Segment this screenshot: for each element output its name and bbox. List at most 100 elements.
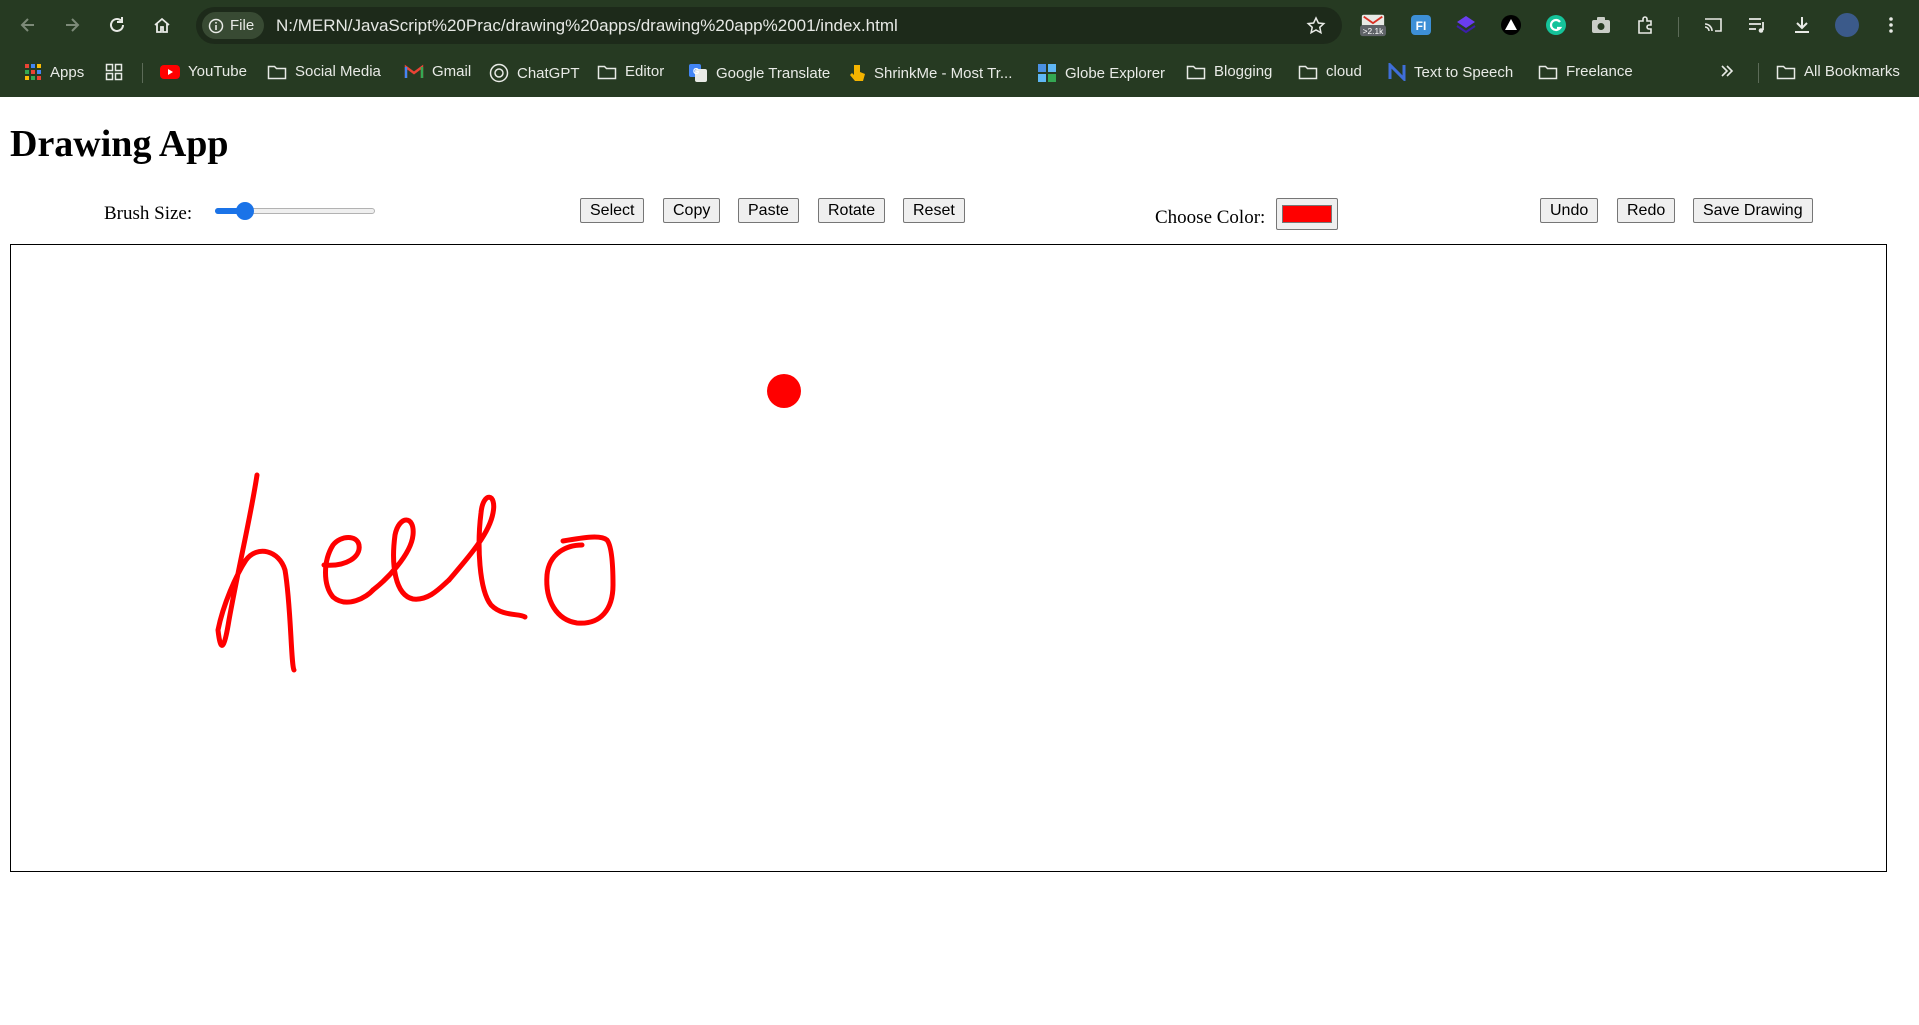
choose-color-label: Choose Color: xyxy=(1155,207,1266,228)
bookmark-label: ShrinkMe - Most Tr... xyxy=(874,64,1013,82)
translate-icon: G xyxy=(689,64,707,82)
address-bar[interactable]: File N:/MERN/JavaScript%20Prac/drawing%2… xyxy=(196,7,1342,44)
color-picker[interactable] xyxy=(1276,198,1338,230)
bookmarks-divider xyxy=(142,63,143,83)
site-info-chip[interactable]: File xyxy=(202,12,265,39)
bookmark-gmail[interactable]: Gmail xyxy=(404,63,471,80)
browser-toolbar: File N:/MERN/JavaScript%20Prac/drawing%2… xyxy=(0,0,1919,51)
fi-extension[interactable]: FI xyxy=(1408,12,1434,38)
svg-text:G: G xyxy=(693,67,699,76)
globe-explorer-icon xyxy=(1038,64,1056,82)
folder-icon xyxy=(1298,65,1318,79)
copy-button[interactable]: Copy xyxy=(663,198,721,223)
reset-button[interactable]: Reset xyxy=(903,198,965,223)
bookmark-editor[interactable]: Editor xyxy=(597,63,664,80)
fi-extension-icon: FI xyxy=(1411,15,1431,35)
cast-icon xyxy=(1704,18,1722,32)
bookmark-freelance[interactable]: Freelance xyxy=(1538,63,1633,80)
triangle-icon xyxy=(1501,15,1521,35)
bookmark-label: Text to Speech xyxy=(1414,63,1514,81)
folder-icon xyxy=(1776,65,1796,79)
redo-button[interactable]: Redo xyxy=(1617,198,1676,223)
bookmarks-overflow-button[interactable] xyxy=(1719,63,1735,79)
reload-button[interactable] xyxy=(103,11,131,39)
mail-badge-icon: >2.1k xyxy=(1360,14,1386,37)
slider-thumb[interactable] xyxy=(236,202,254,220)
profile-button[interactable] xyxy=(1834,12,1860,38)
bookmark-blogging[interactable]: Blogging xyxy=(1186,63,1272,80)
bookmark-label: ChatGPT xyxy=(517,64,580,82)
download-icon xyxy=(1795,17,1809,33)
save-drawing-button[interactable]: Save Drawing xyxy=(1693,198,1813,223)
extensions-button[interactable] xyxy=(1633,12,1659,38)
apps-grid-icon xyxy=(25,64,41,80)
bookmark-text-to-speech[interactable]: Text to Speech xyxy=(1388,63,1513,81)
folder-icon xyxy=(597,65,617,79)
bookmark-globe-explorer[interactable]: Globe Explorer xyxy=(1037,63,1165,83)
kebab-menu-icon xyxy=(1889,17,1893,33)
bookmark-label: Editor xyxy=(625,63,665,80)
folder-icon xyxy=(1186,65,1206,79)
home-icon xyxy=(154,17,170,33)
layers-icon xyxy=(1456,16,1476,34)
home-button[interactable] xyxy=(148,11,176,39)
tab-groups-icon xyxy=(105,63,123,81)
bookmark-social-media[interactable]: Social Media xyxy=(267,63,381,80)
bookmark-label: cloud xyxy=(1326,63,1362,80)
media-controls-button[interactable] xyxy=(1744,12,1770,38)
downloads-button[interactable] xyxy=(1789,12,1815,38)
arrow-left-icon xyxy=(20,18,34,32)
triangle-extension[interactable] xyxy=(1498,12,1524,38)
bookmark-label: All Bookmarks xyxy=(1804,63,1900,80)
rotate-button[interactable]: Rotate xyxy=(818,198,886,223)
puzzle-icon xyxy=(1638,16,1652,34)
bookmark-label: YouTube xyxy=(188,63,247,80)
bookmark-star-icon[interactable] xyxy=(1306,16,1326,36)
url-text[interactable]: N:/MERN/JavaScript%20Prac/drawing%20apps… xyxy=(276,16,898,36)
toolbar-divider xyxy=(1678,17,1679,37)
screenshot-extension[interactable] xyxy=(1588,12,1614,38)
grammarly-extension[interactable] xyxy=(1543,12,1569,38)
bookmark-all-bookmarks[interactable]: All Bookmarks xyxy=(1776,63,1900,80)
drawing-canvas[interactable] xyxy=(10,244,1887,872)
back-button[interactable] xyxy=(14,11,42,39)
bookmark-youtube[interactable]: YouTube xyxy=(160,63,247,80)
layers-extension[interactable] xyxy=(1453,12,1479,38)
forward-button[interactable] xyxy=(58,11,86,39)
bookmark-tab-groups[interactable] xyxy=(105,63,123,81)
n-logo-icon xyxy=(1388,63,1406,81)
folder-icon xyxy=(1538,65,1558,79)
bookmark-apps[interactable]: Apps xyxy=(24,63,84,81)
brush-size-label: Brush Size: xyxy=(104,203,193,224)
paste-button[interactable]: Paste xyxy=(738,198,799,223)
undo-button[interactable]: Undo xyxy=(1540,198,1599,223)
brush-size-slider[interactable] xyxy=(215,202,375,220)
bookmark-label: Google Translate xyxy=(716,64,831,82)
bookmark-label: Apps xyxy=(50,63,85,81)
menu-button[interactable] xyxy=(1878,12,1904,38)
gmail-extension[interactable]: >2.1k xyxy=(1360,12,1386,38)
reload-icon xyxy=(110,17,124,32)
chatgpt-icon xyxy=(489,63,509,83)
youtube-icon xyxy=(160,64,180,79)
file-chip-label: File xyxy=(230,17,255,34)
bookmark-cloud[interactable]: cloud xyxy=(1298,63,1362,80)
avatar xyxy=(1835,13,1859,37)
camera-icon xyxy=(1592,17,1610,33)
browser-chrome: File N:/MERN/JavaScript%20Prac/drawing%2… xyxy=(0,0,1919,97)
page-title: Drawing App xyxy=(10,123,229,165)
info-icon xyxy=(208,18,224,33)
arrow-right-icon xyxy=(66,18,80,32)
handwritten-hello xyxy=(215,472,616,673)
playlist-icon xyxy=(1749,18,1764,33)
bookmark-google-translate[interactable]: G Google Translate xyxy=(688,63,830,83)
bookmark-chatgpt[interactable]: ChatGPT xyxy=(489,63,580,83)
select-button[interactable]: Select xyxy=(580,198,645,223)
bookmark-label: Blogging xyxy=(1214,63,1273,80)
folder-icon xyxy=(267,65,287,79)
bookmark-shrinkme[interactable]: ShrinkMe - Most Tr... xyxy=(848,63,1012,83)
bookmark-label: Globe Explorer xyxy=(1065,64,1166,82)
cast-button[interactable] xyxy=(1700,12,1726,38)
bookmarks-bar: Apps YouTube Social Media Gmail ChatGPT … xyxy=(0,55,1919,89)
bookmarks-divider xyxy=(1758,63,1759,83)
